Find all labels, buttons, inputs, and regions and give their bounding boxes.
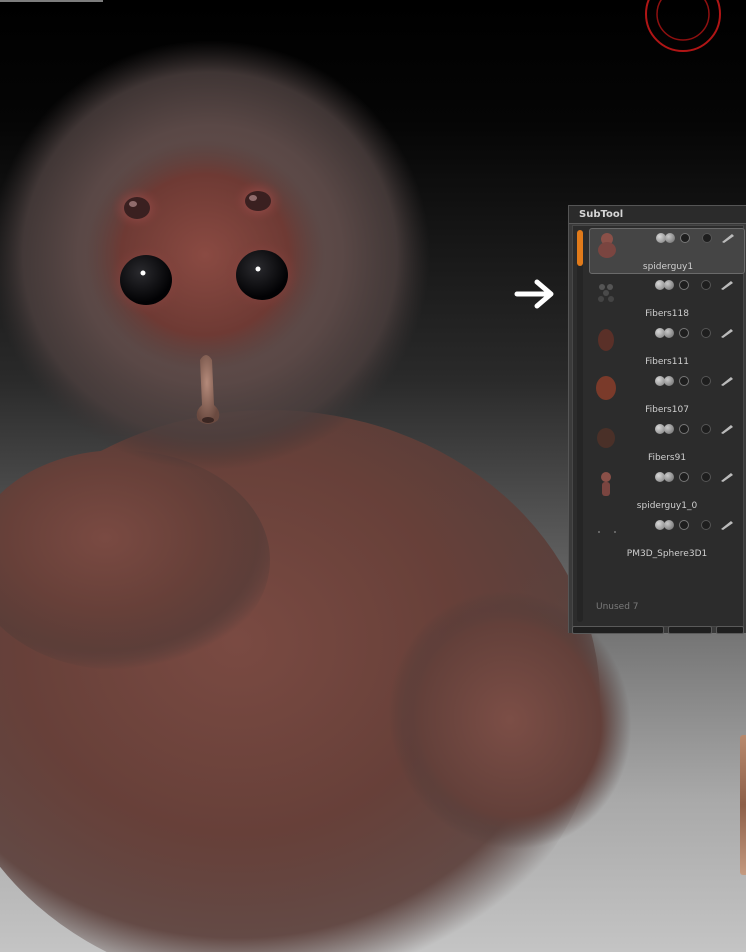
eye-toggle-icon[interactable] [701, 520, 711, 530]
pen-icon[interactable] [719, 375, 735, 387]
polypaint-toggle-icon[interactable] [679, 472, 689, 482]
polypaint-toggle-icon[interactable] [680, 233, 690, 243]
eye-toggle-icon[interactable] [701, 328, 711, 338]
subtool-toggles [655, 328, 745, 340]
panel-bottom-button-2[interactable] [668, 626, 712, 634]
subtool-thumbnail [598, 531, 616, 533]
subtool-item-spiderguy1-0[interactable]: spiderguy1_0 [589, 468, 745, 514]
panel-bottom-buttons [572, 626, 744, 634]
subtool-toggles [655, 280, 745, 292]
subtool-toggles [655, 520, 745, 532]
subtool-panel-title[interactable]: SubTool [569, 206, 746, 224]
subtool-name: PM3D_Sphere3D1 [626, 549, 708, 559]
subtool-scrollbar[interactable] [577, 230, 583, 622]
arrow-right-icon [514, 279, 554, 309]
subtool-list[interactable]: spiderguy1 Fibers118 Fibers111 Fibers107… [572, 225, 745, 627]
subtool-name: spiderguy1_0 [636, 501, 698, 511]
subtool-toggles [655, 424, 745, 436]
eye-toggle-icon[interactable] [701, 472, 711, 482]
pen-icon[interactable] [720, 232, 736, 244]
subtool-name: Fibers91 [647, 453, 687, 463]
subtool-name: Fibers118 [645, 309, 689, 319]
subtool-item-spiderguy1[interactable]: spiderguy1 [589, 228, 745, 274]
subtool-name: Fibers111 [645, 357, 689, 367]
solo-toggle-icon[interactable] [664, 280, 674, 290]
unused-count: Unused 7 [596, 602, 639, 612]
pen-icon[interactable] [719, 471, 735, 483]
subtool-item-pm3d-sphere3d1[interactable]: PM3D_Sphere3D1 [589, 516, 745, 562]
subtool-thumbnail [597, 428, 615, 448]
eye-toggle-icon[interactable] [702, 233, 712, 243]
polypaint-toggle-icon[interactable] [679, 376, 689, 386]
pen-icon[interactable] [719, 423, 735, 435]
subtool-item-fibers91[interactable]: Fibers91 [589, 420, 745, 466]
subtool-toggles [655, 376, 745, 388]
eye-toggle-icon[interactable] [701, 424, 711, 434]
solo-toggle-icon[interactable] [664, 424, 674, 434]
subtool-item-fibers111[interactable]: Fibers111 [589, 324, 745, 370]
solo-toggle-icon[interactable] [664, 328, 674, 338]
solo-toggle-icon[interactable] [664, 472, 674, 482]
subtool-toggles [655, 472, 745, 484]
subtool-thumbnail [598, 284, 614, 302]
zbrush-canvas[interactable]: SubTool spiderguy1 Fibers118 Fibers111 F… [0, 0, 746, 952]
eye-toggle-icon[interactable] [701, 280, 711, 290]
subtool-thumbnail [598, 329, 614, 351]
subtool-thumbnail [596, 376, 616, 400]
solo-toggle-icon[interactable] [665, 233, 675, 243]
panel-bottom-button-3[interactable] [716, 626, 744, 634]
pen-icon[interactable] [719, 519, 735, 531]
panel-bottom-button-1[interactable] [572, 626, 664, 634]
subtool-thumbnail [598, 233, 616, 258]
polypaint-toggle-icon[interactable] [679, 520, 689, 530]
subtool-item-fibers118[interactable]: Fibers118 [589, 276, 745, 322]
polypaint-toggle-icon[interactable] [679, 424, 689, 434]
subtool-item-fibers107[interactable]: Fibers107 [589, 372, 745, 418]
subtool-toggles [656, 233, 746, 245]
solo-toggle-icon[interactable] [664, 520, 674, 530]
subtool-name: spiderguy1 [642, 262, 694, 272]
subtool-panel: SubTool spiderguy1 Fibers118 Fibers111 F… [568, 205, 746, 634]
polypaint-toggle-icon[interactable] [679, 328, 689, 338]
polypaint-toggle-icon[interactable] [679, 280, 689, 290]
adjacent-figure-edge [740, 735, 746, 875]
subtool-name: Fibers107 [645, 405, 689, 415]
pen-icon[interactable] [719, 279, 735, 291]
scrollbar-thumb[interactable] [577, 230, 583, 266]
pen-icon[interactable] [719, 327, 735, 339]
solo-toggle-icon[interactable] [664, 376, 674, 386]
eye-toggle-icon[interactable] [701, 376, 711, 386]
subtool-thumbnail [601, 472, 611, 496]
